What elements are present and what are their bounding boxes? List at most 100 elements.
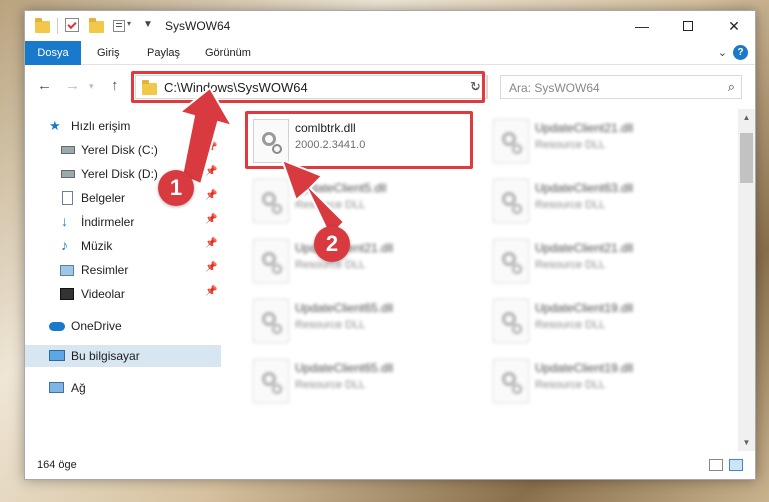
navigation-pane: ★ Hızlı erişim Yerel Disk (C:) 📌 Yerel D… [25, 111, 221, 451]
pin-icon[interactable]: 📌 [205, 190, 217, 201]
ribbon-tabs: Dosya Giriş Paylaş Görünüm ⌄ ? [25, 41, 755, 65]
tab-file[interactable]: Dosya [25, 41, 81, 65]
file-item[interactable]: UpdateClient65.dll Resource DLL [245, 353, 475, 409]
file-item[interactable]: UpdateClient21.dll Resource DLL [485, 113, 715, 169]
sidebar-item-pictures[interactable]: Resimler 📌 [25, 259, 221, 281]
recent-locations-icon[interactable]: ▾ [89, 81, 94, 92]
file-item[interactable]: UpdateClient65.dll Resource DLL [245, 293, 475, 349]
document-icon [62, 191, 73, 205]
dll-gear-icon [253, 179, 289, 223]
tab-share[interactable]: Paylaş [135, 41, 192, 65]
dll-gear-icon [493, 239, 529, 283]
file-name: UpdateClient21.dll [535, 121, 634, 135]
navigation-bar: ← → ▾ ↑ C:\Windows\SysWOW64 ⌄ ↻ Ara: Sys… [25, 66, 755, 108]
dll-gear-icon [253, 299, 289, 343]
up-arrow-icon[interactable]: ↑ [111, 77, 119, 94]
qa-separator [57, 18, 58, 34]
dll-gear-icon [493, 179, 529, 223]
properties-icon[interactable] [65, 18, 79, 32]
scroll-thumb[interactable] [740, 133, 753, 183]
pin-icon[interactable]: 📌 [205, 142, 217, 153]
search-box[interactable]: Ara: SysWOW64 ⌕ [500, 75, 742, 99]
file-name: UpdateClient19.dll [535, 301, 634, 315]
help-icon[interactable]: ? [733, 45, 748, 60]
customize-toolbar-icon[interactable]: ▾ [113, 18, 131, 34]
sidebar-item-network[interactable]: Ağ [25, 377, 221, 399]
file-name: UpdateClient65.dll [295, 301, 394, 315]
file-description: Resource DLL [535, 259, 606, 271]
file-description: Resource DLL [295, 319, 366, 331]
file-description: Resource DLL [295, 199, 366, 211]
sidebar-item-onedrive[interactable]: OneDrive [25, 315, 221, 337]
pin-icon[interactable]: 📌 [205, 262, 217, 273]
dll-gear-icon [493, 359, 529, 403]
video-icon [60, 288, 74, 300]
file-description: Resource DLL [535, 199, 606, 211]
sidebar-item-label: Müzik [81, 239, 113, 253]
minimize-button[interactable]: — [619, 11, 665, 41]
dll-gear-icon [253, 239, 289, 283]
file-item[interactable]: UpdateClient5.dll Resource DLL [245, 173, 475, 229]
file-item[interactable]: UpdateClient63.dll Resource DLL [485, 173, 715, 229]
network-icon [49, 382, 64, 393]
drive-icon [61, 146, 75, 154]
sidebar-item-label: Ağ [71, 381, 86, 395]
maximize-button[interactable] [665, 11, 711, 41]
tab-view[interactable]: Görünüm [193, 41, 263, 65]
file-item[interactable]: UpdateClient19.dll Resource DLL [485, 353, 715, 409]
file-name: UpdateClient5.dll [295, 181, 387, 195]
back-arrow-icon[interactable]: ← [37, 77, 52, 94]
sidebar-item-this-pc[interactable]: Bu bilgisayar [25, 345, 221, 367]
file-name: UpdateClient19.dll [535, 361, 634, 375]
sidebar-item-label: İndirmeler [81, 215, 135, 229]
sidebar-item-music[interactable]: ♪ Müzik 📌 [25, 235, 221, 257]
sidebar-item-label: Videolar [81, 287, 125, 301]
pin-icon[interactable]: 📌 [205, 286, 217, 297]
callout-2: 2 [314, 226, 350, 262]
search-input[interactable]: Ara: SysWOW64 [509, 81, 600, 95]
vertical-scrollbar[interactable]: ▲ ▼ [738, 109, 755, 451]
pin-icon[interactable]: 📌 [205, 238, 217, 249]
file-item[interactable]: UpdateClient19.dll Resource DLL [485, 293, 715, 349]
file-list: comlbtrk.dll 2000.2.3441.0 UpdateClient5… [231, 109, 737, 451]
pictures-icon [60, 265, 74, 276]
close-button[interactable]: ✕ [711, 11, 757, 41]
sidebar-item-label: OneDrive [71, 319, 122, 333]
sidebar-item-videos[interactable]: Videolar 📌 [25, 283, 221, 305]
details-view-icon[interactable] [709, 459, 723, 471]
file-name: UpdateClient21.dll [535, 241, 634, 255]
cloud-icon [49, 322, 65, 331]
sidebar-item-label: Bu bilgisayar [71, 349, 140, 363]
forward-arrow-icon[interactable]: → [65, 77, 80, 94]
quick-access-dropdown-icon[interactable]: ▼ [143, 19, 153, 35]
drive-icon [61, 170, 75, 178]
sidebar-item-label: Belgeler [81, 191, 126, 205]
new-folder-icon[interactable] [89, 18, 105, 34]
file-name: UpdateClient63.dll [535, 181, 634, 195]
sidebar-item-quick-access[interactable]: ★ Hızlı erişim [25, 115, 221, 137]
sidebar-item-disk-c[interactable]: Yerel Disk (C:) 📌 [25, 139, 221, 161]
callout-1: 1 [158, 170, 194, 206]
sidebar-item-label: Hızlı erişim [71, 119, 131, 133]
star-icon: ★ [49, 118, 61, 133]
expand-ribbon-icon[interactable]: ⌄ [718, 46, 727, 59]
file-item[interactable]: UpdateClient21.dll Resource DLL [245, 233, 475, 289]
pin-icon[interactable]: 📌 [205, 166, 217, 177]
sidebar-item-label: Yerel Disk (D:) [81, 167, 158, 181]
status-bar: 164 öge [25, 451, 755, 480]
file-description: Resource DLL [535, 139, 606, 151]
tab-home[interactable]: Giriş [85, 41, 132, 65]
dll-gear-icon [493, 119, 529, 163]
computer-icon [49, 350, 65, 361]
scroll-up-icon[interactable]: ▲ [738, 109, 755, 126]
tiles-view-icon[interactable] [729, 459, 743, 471]
file-description: Resource DLL [535, 379, 606, 391]
search-icon[interactable]: ⌕ [728, 79, 735, 95]
item-count: 164 öge [37, 459, 77, 471]
sidebar-item-downloads[interactable]: ↓ İndirmeler 📌 [25, 211, 221, 233]
pin-icon[interactable]: 📌 [205, 214, 217, 225]
file-item[interactable]: UpdateClient21.dll Resource DLL [485, 233, 715, 289]
dll-gear-icon [253, 359, 289, 403]
scroll-down-icon[interactable]: ▼ [738, 434, 755, 451]
music-icon: ♪ [61, 237, 68, 253]
